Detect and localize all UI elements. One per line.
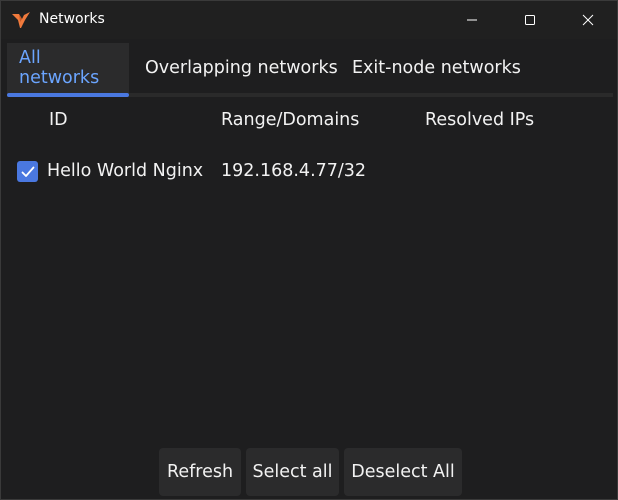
row-checkbox[interactable] [17,161,38,182]
netbird-bird-icon [12,12,30,28]
network-id: Hello World Nginx [47,161,204,181]
refresh-button[interactable]: Refresh [159,448,241,496]
deselect-all-button[interactable]: Deselect All [344,448,462,496]
tab-all-networks[interactable]: All networks [7,43,129,97]
select-all-button[interactable]: Select all [246,448,339,496]
column-header-resolved-ips[interactable]: Resolved IPs [425,110,534,130]
tab-overlapping-networks[interactable]: Overlapping networks [133,43,350,93]
maximize-button[interactable] [501,1,559,39]
minimize-icon [467,19,477,21]
minimize-button[interactable] [443,1,501,39]
networks-window: Networks All networks Overlapping networ… [0,0,618,500]
title-bar[interactable]: Networks [1,1,617,39]
close-icon [582,14,594,26]
window-title: Networks [39,11,105,27]
tab-exit-node-networks[interactable]: Exit-node networks [340,43,533,93]
maximize-icon [525,15,535,25]
tab-bar: All networks Overlapping networks Exit-n… [7,43,613,97]
column-header-id[interactable]: ID [49,110,68,130]
close-button[interactable] [559,1,617,39]
network-range: 192.168.4.77/32 [221,161,367,181]
checkmark-icon [21,166,34,177]
table-header: ID Range/Domains Resolved IPs [1,107,617,137]
column-header-range[interactable]: Range/Domains [221,110,359,130]
table-row[interactable]: Hello World Nginx 192.168.4.77/32 [1,157,617,189]
